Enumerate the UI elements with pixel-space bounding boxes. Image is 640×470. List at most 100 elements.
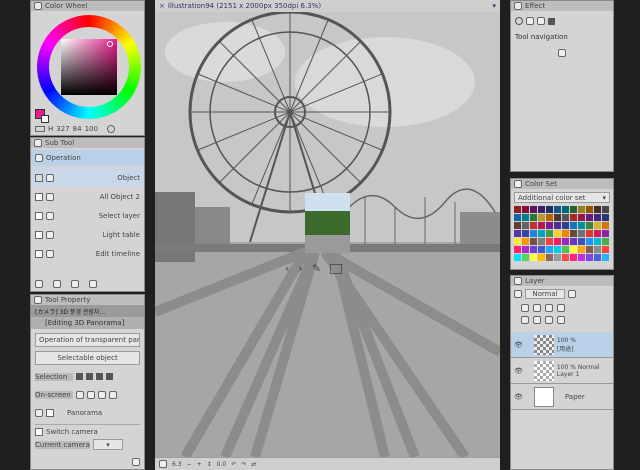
color-swatch[interactable]: [602, 214, 609, 221]
next-view-icon[interactable]: ›: [298, 262, 302, 275]
color-swatch[interactable]: [570, 206, 577, 213]
color-swatch[interactable]: [514, 214, 521, 221]
sub-color-swatch[interactable]: [41, 115, 49, 123]
layer-row[interactable]: 👁 Paper: [511, 384, 613, 410]
color-swatch[interactable]: [514, 254, 521, 261]
move-icon[interactable]: [76, 390, 84, 399]
copy-sub-tool-icon[interactable]: [53, 280, 61, 288]
color-swatch[interactable]: [522, 230, 529, 237]
hsv-v-value[interactable]: 100: [85, 125, 98, 133]
transparent-icon[interactable]: [35, 126, 45, 132]
color-swatch[interactable]: [538, 254, 545, 261]
new-layer-icon[interactable]: [521, 316, 529, 324]
effect-checker-icon[interactable]: [537, 17, 545, 25]
color-swatch[interactable]: [602, 222, 609, 229]
delete-sub-tool-icon[interactable]: [89, 280, 97, 288]
color-swatch[interactable]: [530, 214, 537, 221]
effect-circle-icon[interactable]: [515, 17, 523, 25]
color-swatch[interactable]: [522, 254, 529, 261]
color-swatch[interactable]: [530, 222, 537, 229]
saturation-value-square[interactable]: [61, 39, 117, 95]
canvas-tab[interactable]: × Illustration94 (2151 x 2000px 350dpi 6.…: [155, 0, 500, 12]
camera-icon[interactable]: [330, 263, 343, 274]
color-swatch[interactable]: [586, 230, 593, 237]
layer-visibility-icon[interactable]: 👁: [514, 367, 523, 375]
color-swatch[interactable]: [522, 206, 529, 213]
color-swatch[interactable]: [578, 254, 585, 261]
color-swatch[interactable]: [530, 238, 537, 245]
zoom-value[interactable]: 6.3: [172, 461, 182, 468]
wrench-icon[interactable]: ✎: [312, 262, 321, 275]
select-layer-checkbox[interactable]: [35, 211, 43, 220]
color-swatch-grid[interactable]: [514, 206, 610, 261]
color-swatch[interactable]: [602, 238, 609, 245]
close-tab-icon[interactable]: ×: [159, 2, 165, 10]
color-swatch[interactable]: [594, 254, 601, 261]
layer-visibility-icon[interactable]: 👁: [514, 341, 523, 349]
color-swatch[interactable]: [522, 238, 529, 245]
canvas-area[interactable]: × Illustration94 (2151 x 2000px 350dpi 6.…: [155, 0, 500, 470]
color-swatch[interactable]: [594, 238, 601, 245]
object-checkbox[interactable]: [35, 173, 43, 182]
layer-row[interactable]: 👁 100 % Normal Layer 1: [511, 358, 613, 384]
hsv-s-value[interactable]: 84: [73, 125, 82, 133]
color-swatch[interactable]: [538, 230, 545, 237]
color-swatch[interactable]: [538, 246, 545, 253]
color-swatch[interactable]: [546, 222, 553, 229]
color-swatch[interactable]: [594, 214, 601, 221]
edit-timeline-checkbox[interactable]: [35, 249, 43, 258]
color-swatch[interactable]: [562, 230, 569, 237]
new-sub-tool-icon[interactable]: [71, 280, 79, 288]
eye-icon[interactable]: [35, 408, 43, 417]
color-swatch[interactable]: [602, 246, 609, 253]
color-swatch[interactable]: [514, 230, 521, 237]
color-swatch[interactable]: [586, 254, 593, 261]
color-swatch[interactable]: [554, 214, 561, 221]
color-swatch[interactable]: [586, 214, 593, 221]
layer-visibility-icon[interactable]: 👁: [514, 393, 523, 401]
color-swatch[interactable]: [570, 230, 577, 237]
reset-icon[interactable]: [109, 390, 117, 399]
color-swatch[interactable]: [578, 238, 585, 245]
delete-layer-icon[interactable]: [557, 316, 565, 324]
rotate-icon[interactable]: [87, 390, 95, 399]
wrench-icon[interactable]: [132, 458, 140, 466]
sub-tool-item-all-object[interactable]: All Object 2: [31, 187, 144, 206]
reference-icon[interactable]: [533, 304, 541, 312]
color-swatch[interactable]: [514, 222, 521, 229]
color-swatch[interactable]: [530, 206, 537, 213]
color-swatch[interactable]: [554, 206, 561, 213]
color-swatch[interactable]: [514, 246, 521, 253]
scale-icon[interactable]: [98, 390, 106, 399]
color-swatch[interactable]: [586, 206, 593, 213]
prev-view-icon[interactable]: ‹: [285, 262, 289, 275]
color-swatch[interactable]: [602, 230, 609, 237]
color-swatch[interactable]: [586, 238, 593, 245]
blend-mode-select[interactable]: Normal: [525, 289, 565, 299]
navigator-thumb-icon[interactable]: [159, 460, 167, 468]
clip-icon[interactable]: [521, 304, 529, 312]
color-swatch[interactable]: [578, 214, 585, 221]
flip-icon[interactable]: ⇄: [251, 461, 256, 468]
fit-icon[interactable]: ↕: [207, 461, 212, 468]
merge-icon[interactable]: [545, 316, 553, 324]
eyedropper-icon[interactable]: [106, 125, 115, 133]
color-swatch[interactable]: [522, 246, 529, 253]
color-swatch[interactable]: [538, 214, 545, 221]
color-swatch[interactable]: [570, 214, 577, 221]
transparent-part-select[interactable]: Operation of transparent part: [35, 333, 140, 347]
color-swatch[interactable]: [594, 246, 601, 253]
color-swatch[interactable]: [562, 246, 569, 253]
color-swatch[interactable]: [578, 206, 585, 213]
selection-mode-icon[interactable]: [86, 373, 93, 380]
color-swatch[interactable]: [538, 206, 545, 213]
color-swatch[interactable]: [562, 254, 569, 261]
color-swatch[interactable]: [570, 246, 577, 253]
zoom-out-icon[interactable]: −: [187, 461, 192, 468]
opacity-icon[interactable]: [568, 290, 576, 298]
color-swatch[interactable]: [562, 206, 569, 213]
color-swatch[interactable]: [530, 246, 537, 253]
color-swatch[interactable]: [602, 254, 609, 261]
lock-icon[interactable]: [545, 304, 553, 312]
current-camera-select[interactable]: ▾: [92, 439, 123, 450]
